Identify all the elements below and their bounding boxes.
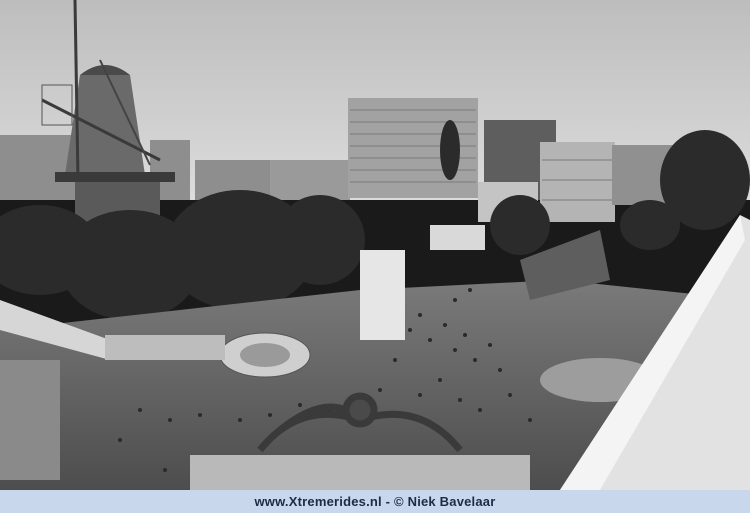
caption-text: www.Xtremerides.nl - © Niek Bavelaar (254, 494, 496, 509)
white-stall (360, 250, 405, 340)
fairground-photo (0, 0, 750, 490)
ride-platform (190, 455, 530, 490)
caption-bar: www.Xtremerides.nl - © Niek Bavelaar (0, 490, 750, 513)
